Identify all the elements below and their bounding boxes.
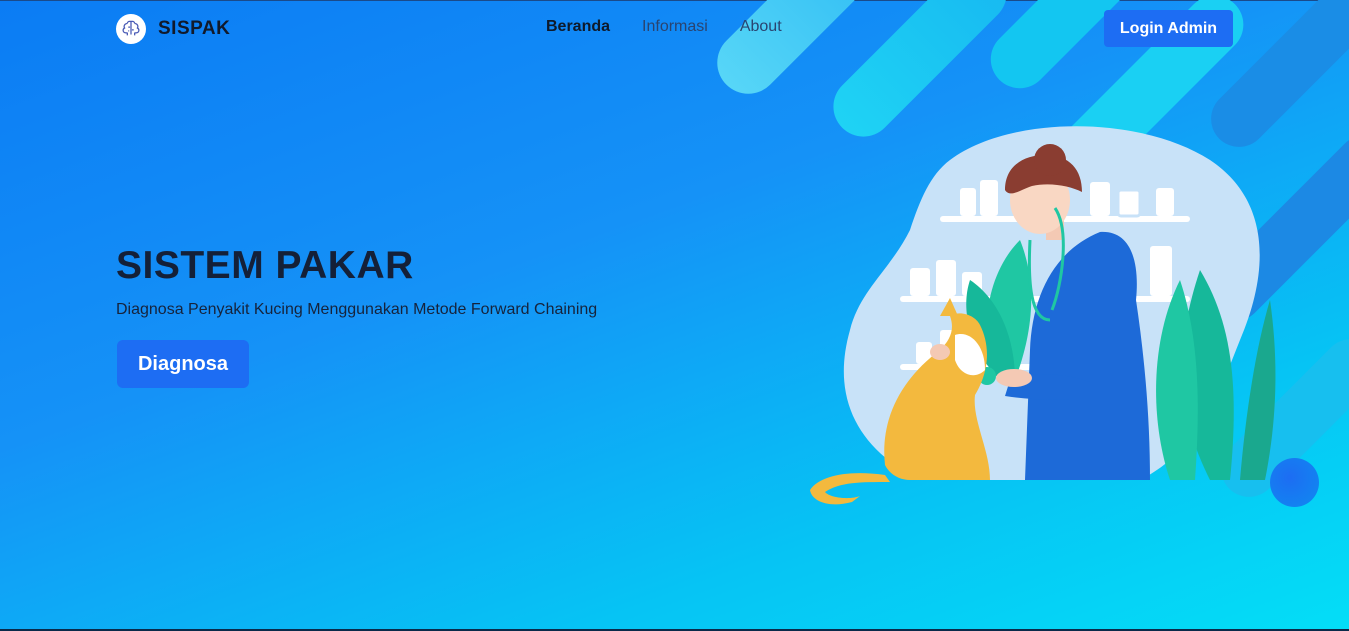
- diagnosa-button[interactable]: Diagnosa: [117, 340, 249, 388]
- nav-link-beranda[interactable]: Beranda: [546, 18, 610, 36]
- hero-title: SISTEM PAKAR: [116, 244, 414, 287]
- nav-link-informasi[interactable]: Informasi: [642, 18, 708, 36]
- brand[interactable]: SISPAK: [116, 14, 230, 44]
- main-nav: Beranda Informasi About: [546, 18, 782, 36]
- login-admin-button[interactable]: Login Admin: [1104, 10, 1233, 47]
- nav-link-about[interactable]: About: [740, 18, 782, 36]
- hero-subtitle: Diagnosa Penyakit Kucing Menggunakan Met…: [116, 301, 598, 318]
- vet-with-cat-illustration: [800, 120, 1280, 525]
- brain-icon: [116, 14, 146, 44]
- brand-name: SISPAK: [158, 18, 231, 39]
- top-border: [0, 0, 1349, 1]
